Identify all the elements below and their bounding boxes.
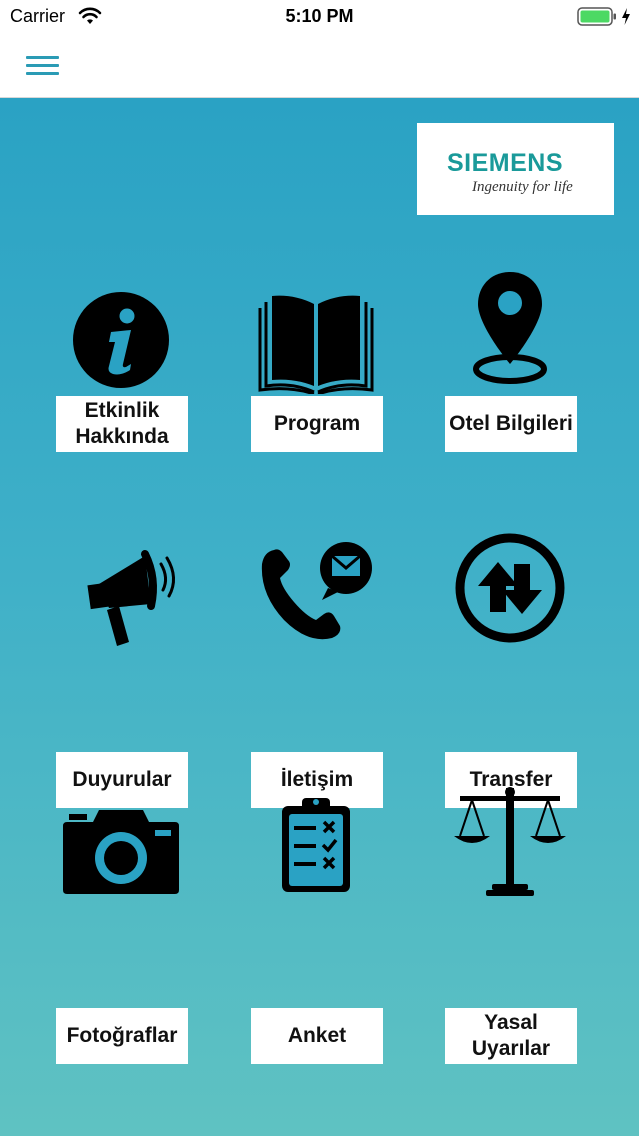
charging-bolt-icon xyxy=(622,8,630,25)
tile-label: Otel Bilgileri xyxy=(445,396,577,452)
nav-bar xyxy=(0,34,639,98)
tile-duyurular[interactable]: Duyurular xyxy=(41,540,201,808)
battery-icon xyxy=(577,7,616,26)
status-time: 5:10 PM xyxy=(285,6,354,26)
megaphone-icon xyxy=(87,550,175,646)
tile-iletisim[interactable]: İletişim xyxy=(236,540,396,808)
camera-icon xyxy=(63,810,179,894)
transfer-arrows-icon xyxy=(455,533,565,643)
tile-label: Fotoğraflar xyxy=(56,1008,188,1064)
tile-label: Etkinlik Hakkında xyxy=(56,396,188,452)
main-content: SIEMENS Ingenuity for life Etkinlik Hakk… xyxy=(0,98,639,1136)
tile-label: Program xyxy=(251,396,383,452)
logo-brand: SIEMENS xyxy=(447,149,564,177)
tile-yasal-uyarilar[interactable]: Yasal Uyarılar xyxy=(430,787,590,1064)
tile-label: Anket xyxy=(251,1008,383,1064)
tile-etkinlik-hakkinda[interactable]: Etkinlik Hakkında xyxy=(41,284,201,484)
tile-label: Yasal Uyarılar xyxy=(445,1008,577,1064)
hamburger-menu-icon[interactable] xyxy=(26,52,60,78)
scales-icon xyxy=(454,787,566,896)
tile-otel-bilgileri[interactable]: Otel Bilgileri xyxy=(430,272,590,484)
logo-tagline: Ingenuity for life xyxy=(472,179,573,195)
clipboard-checklist-icon xyxy=(282,798,350,892)
tile-program[interactable]: Program xyxy=(236,284,396,484)
siemens-logo: SIEMENS Ingenuity for life xyxy=(417,123,614,215)
book-icon xyxy=(258,295,374,394)
status-bar: Carrier 5:10 PM xyxy=(0,0,639,34)
info-icon xyxy=(73,292,169,388)
tile-transfer[interactable]: Transfer xyxy=(430,533,590,808)
phone-message-icon xyxy=(261,542,372,640)
tile-anket[interactable]: Anket xyxy=(236,796,396,1064)
tile-fotograflar[interactable]: Fotoğraflar xyxy=(41,796,201,1064)
location-pin-icon xyxy=(473,272,547,384)
